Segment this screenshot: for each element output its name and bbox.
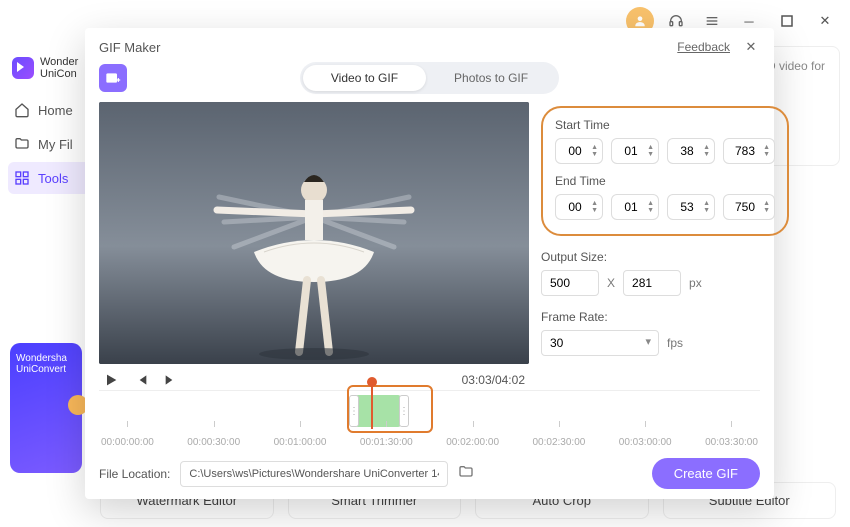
prev-frame-icon[interactable] <box>133 372 149 388</box>
timeline-ticks: 00:00:00:00 00:00:30:00 00:01:00:00 00:0… <box>99 437 760 448</box>
tools-icon <box>14 170 30 186</box>
feedback-link[interactable]: Feedback <box>677 40 730 54</box>
brand-icon <box>12 57 34 79</box>
tick-label: 00:02:30:00 <box>532 437 585 448</box>
playback-controls: 03:03/04:02 <box>99 364 529 388</box>
spinner-arrows-icon[interactable]: ▲▼ <box>591 200 598 214</box>
modal-title: GIF Maker <box>99 40 160 55</box>
spinner-arrows-icon[interactable]: ▲▼ <box>763 144 770 158</box>
folder-icon <box>14 136 30 152</box>
end-h-spinner[interactable]: ▲▼ <box>555 194 603 220</box>
home-icon <box>14 102 30 118</box>
tick-label: 00:00:00:00 <box>101 437 154 448</box>
output-height-input[interactable] <box>623 270 681 296</box>
start-ms-spinner[interactable]: ▲▼ <box>723 138 775 164</box>
spinner-arrows-icon[interactable]: ▲▼ <box>703 144 710 158</box>
video-preview <box>99 102 529 364</box>
promo-card[interactable]: Wondersha UniConvert <box>10 343 82 473</box>
start-s-input[interactable] <box>676 144 698 158</box>
spinner-arrows-icon[interactable]: ▲▼ <box>703 200 710 214</box>
spinner-arrows-icon[interactable]: ▲▼ <box>647 200 654 214</box>
start-m-input[interactable] <box>620 144 642 158</box>
sidebar-item-tools[interactable]: Tools <box>8 162 90 194</box>
end-s-spinner[interactable]: ▲▼ <box>667 194 715 220</box>
framerate-select[interactable] <box>541 330 659 356</box>
start-s-spinner[interactable]: ▲▼ <box>667 138 715 164</box>
end-ms-input[interactable] <box>732 200 758 214</box>
tick-label: 00:03:30:00 <box>705 437 758 448</box>
tick-label: 00:00:30:00 <box>187 437 240 448</box>
trim-range[interactable] <box>355 395 401 427</box>
sidebar-item-myfiles[interactable]: My Fil <box>8 128 90 160</box>
spinner-arrows-icon[interactable]: ▲▼ <box>763 200 770 214</box>
end-s-input[interactable] <box>676 200 698 214</box>
output-size-label: Output Size: <box>541 250 789 264</box>
maximize-button[interactable] <box>772 6 802 36</box>
end-time-label: End Time <box>555 174 775 188</box>
browse-folder-icon[interactable] <box>458 464 474 483</box>
time-range-block: Start Time ▲▼ ▲▼ ▲▼ ▲▼ End Time ▲▼ ▲▼ ▲▼… <box>541 106 789 236</box>
tab-photos-to-gif[interactable]: Photos to GIF <box>426 65 556 91</box>
start-h-spinner[interactable]: ▲▼ <box>555 138 603 164</box>
start-h-input[interactable] <box>564 144 586 158</box>
trim-handle-right[interactable]: ⋮ <box>399 395 409 427</box>
add-media-button[interactable] <box>99 64 127 92</box>
end-h-input[interactable] <box>564 200 586 214</box>
close-window-button[interactable]: ✕ <box>810 6 840 36</box>
sidebar-item-home[interactable]: Home <box>8 94 90 126</box>
px-unit: px <box>689 276 702 290</box>
play-icon[interactable] <box>103 372 119 388</box>
file-location-input[interactable] <box>180 461 448 487</box>
tab-video-to-gif[interactable]: Video to GIF <box>303 65 426 91</box>
mode-segment: Video to GIF Photos to GIF <box>300 62 559 94</box>
create-gif-button[interactable]: Create GIF <box>652 458 760 489</box>
timeline[interactable]: ⋮ ⋮ 00:00:00:00 00:00:30:00 00:01:00:00 … <box>99 390 760 448</box>
next-frame-icon[interactable] <box>163 372 179 388</box>
brand: Wonder UniCon <box>8 50 90 94</box>
framerate-label: Frame Rate: <box>541 310 789 324</box>
brand-text: Wonder UniCon <box>40 56 78 80</box>
spinner-arrows-icon[interactable]: ▲▼ <box>591 144 598 158</box>
end-m-input[interactable] <box>620 200 642 214</box>
sidebar-item-label: Home <box>38 103 73 118</box>
start-m-spinner[interactable]: ▲▼ <box>611 138 659 164</box>
end-m-spinner[interactable]: ▲▼ <box>611 194 659 220</box>
sidebar-item-label: Tools <box>38 171 68 186</box>
trim-handle-left[interactable]: ⋮ <box>349 395 359 427</box>
tick-label: 00:01:00:00 <box>274 437 327 448</box>
modal-close-icon[interactable]: ✕ <box>742 38 760 56</box>
start-ms-input[interactable] <box>732 144 758 158</box>
end-ms-spinner[interactable]: ▲▼ <box>723 194 775 220</box>
ballerina-illustration <box>99 102 529 364</box>
fps-unit: fps <box>667 336 683 350</box>
sidebar-item-label: My Fil <box>38 137 73 152</box>
tick-label: 00:01:30:00 <box>360 437 413 448</box>
gif-maker-modal: GIF Maker Feedback ✕ Video to GIF Photos… <box>85 28 774 499</box>
time-display: 03:03/04:02 <box>462 373 525 387</box>
tick-label: 00:03:00:00 <box>619 437 672 448</box>
x-separator: X <box>607 276 615 290</box>
spinner-arrows-icon[interactable]: ▲▼ <box>647 144 654 158</box>
start-time-label: Start Time <box>555 118 775 132</box>
output-width-input[interactable] <box>541 270 599 296</box>
file-location-label: File Location: <box>99 467 170 481</box>
playhead[interactable] <box>371 383 373 429</box>
tick-label: 00:02:00:00 <box>446 437 499 448</box>
